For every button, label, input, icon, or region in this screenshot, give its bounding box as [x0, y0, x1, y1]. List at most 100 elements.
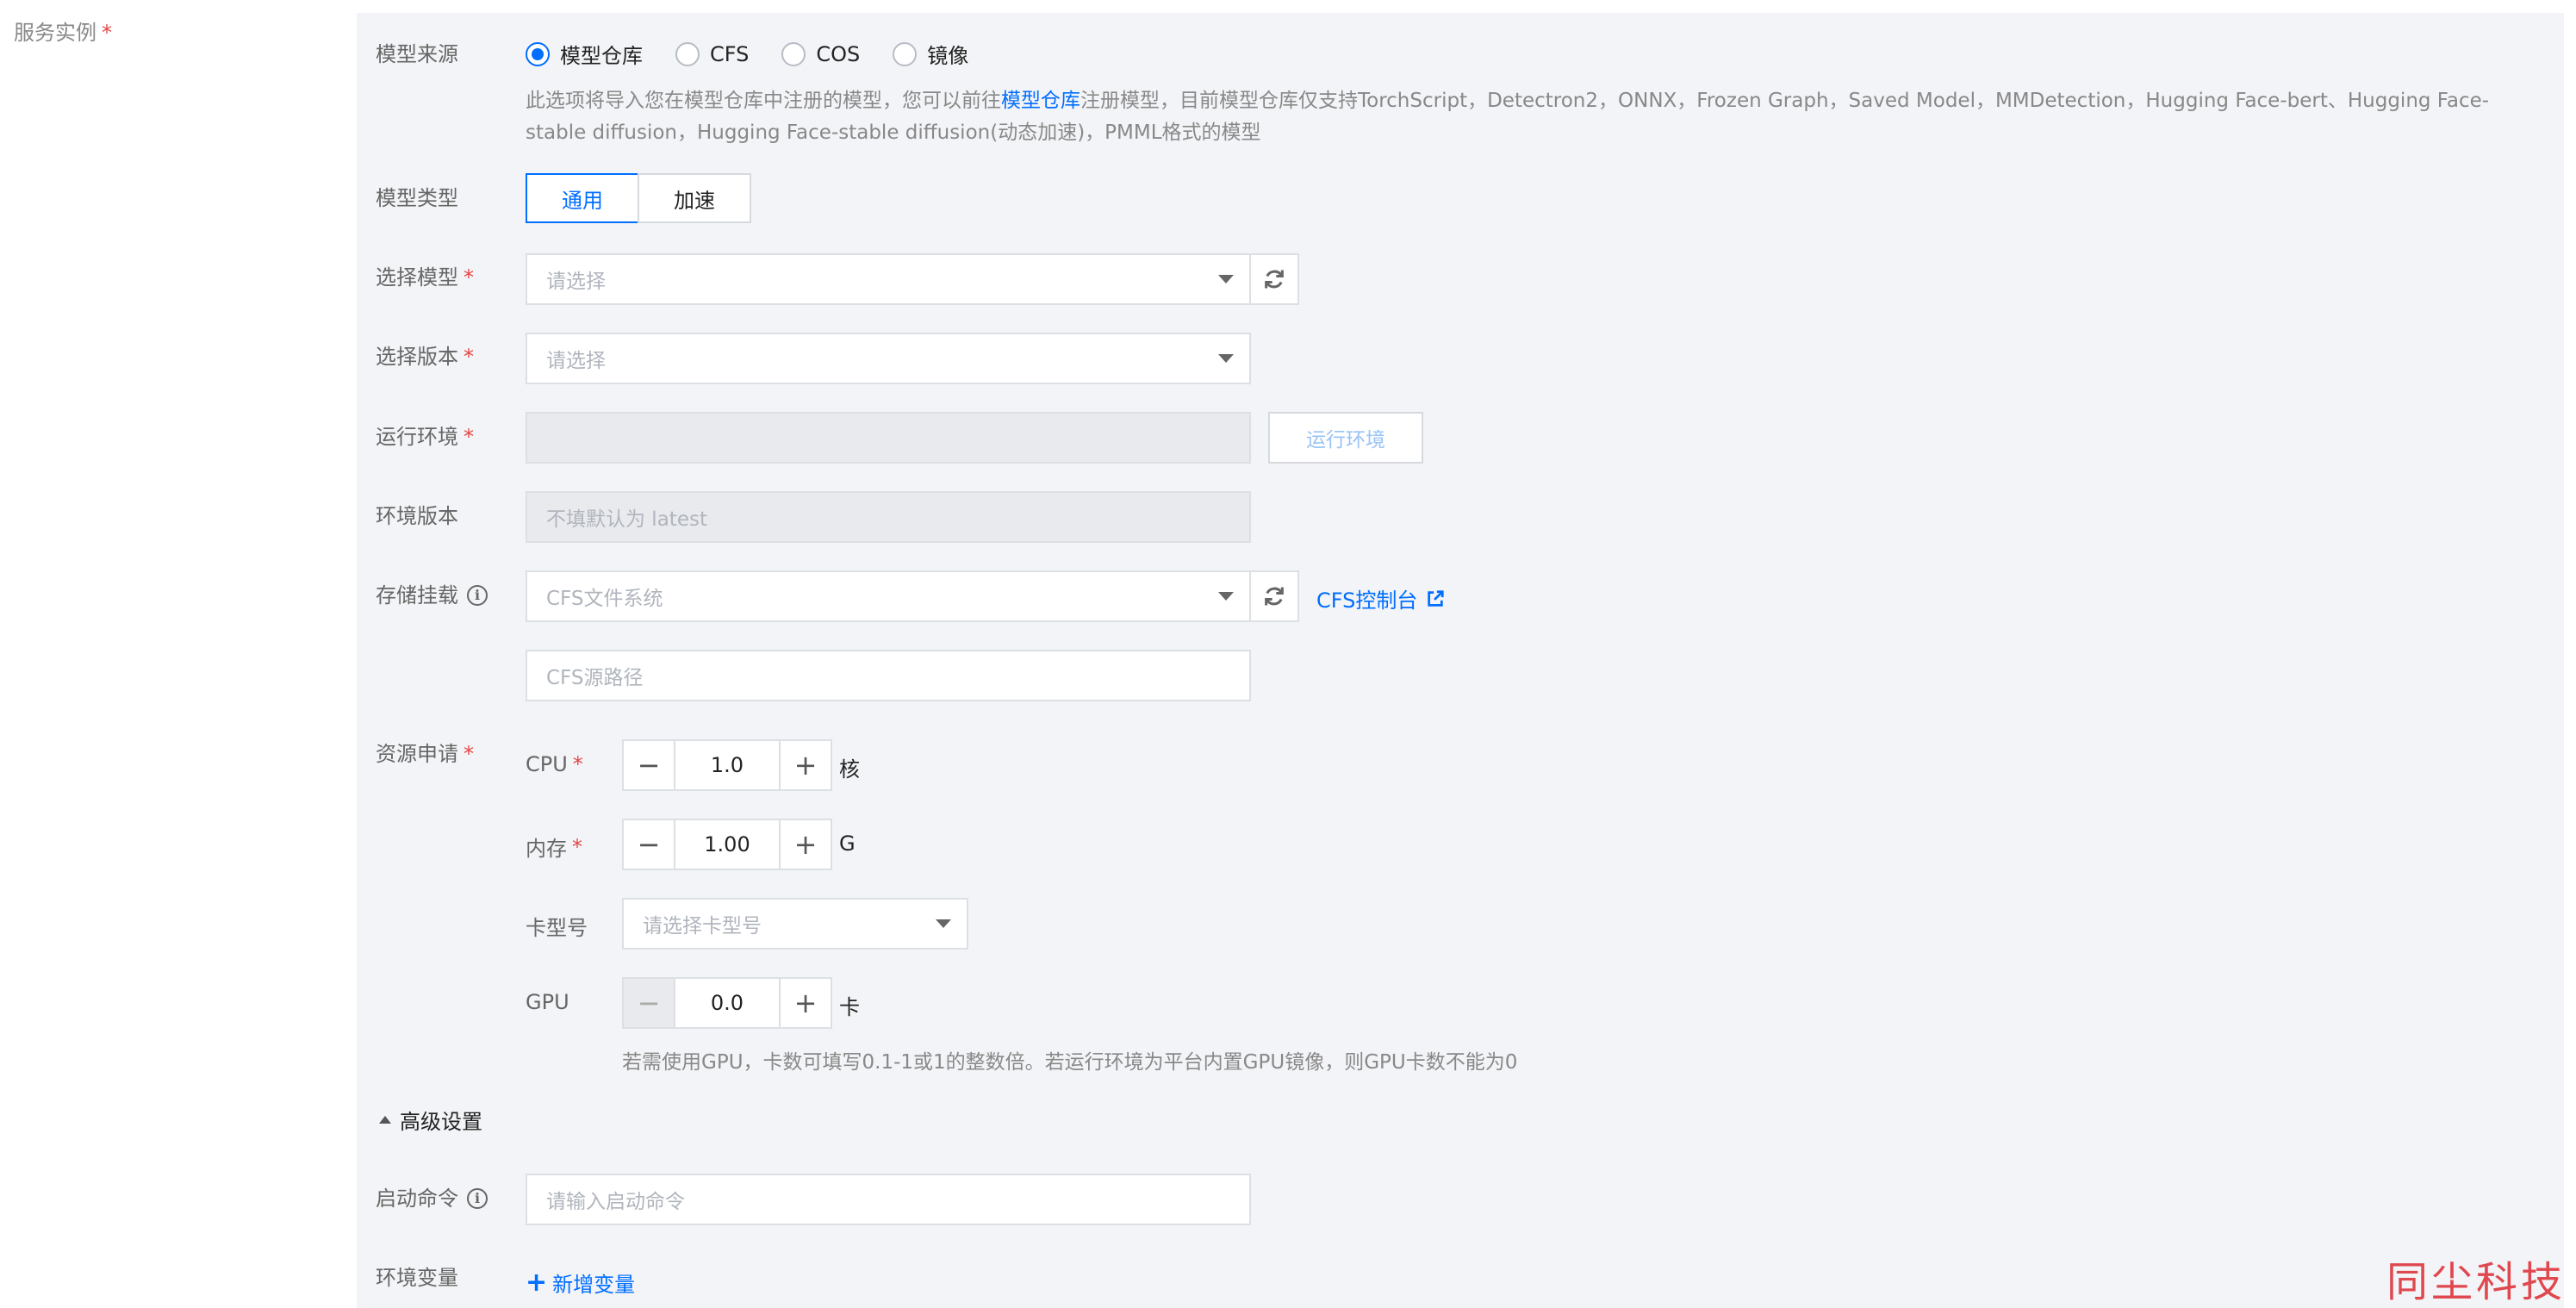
cpu-decrement-button[interactable]: − [622, 739, 675, 791]
cfs-console-link[interactable]: CFS控制台 [1316, 583, 1445, 614]
plus-icon: + [526, 1267, 548, 1298]
external-link-icon [1428, 589, 1444, 607]
card-type-placeholder: 请选择卡型号 [643, 915, 762, 937]
service-instance-panel: 模型来源 模型仓库 CFS COS 镜像 此选项将导入您在模型仓库中注册的模型，… [357, 13, 2564, 1308]
model-type-label-text: 模型类型 [376, 186, 458, 210]
runtime-env-label: 运行环境 * [376, 425, 474, 449]
memory-increment-button[interactable]: + [779, 819, 832, 870]
select-version-label: 选择版本 * [376, 345, 474, 369]
start-command-label: 启动命令 i [376, 1187, 488, 1211]
required-mark: * [464, 742, 474, 766]
cpu-stepper: − 1.0 + [622, 739, 832, 791]
radio-cfs-label: CFS [710, 41, 750, 66]
select-model-label: 选择模型 * [376, 265, 474, 290]
memory-label-text: 内存 [526, 837, 567, 861]
select-model-label-text: 选择模型 [376, 265, 458, 290]
gpu-label: GPU [526, 990, 569, 1014]
refresh-models-button[interactable] [1249, 253, 1299, 305]
gpu-label-text: GPU [526, 990, 569, 1014]
model-source-description: 此选项将导入您在模型仓库中注册的模型，您可以前往模型仓库注册模型，目前模型仓库仅… [526, 85, 2516, 149]
cfs-filesystem-dropdown[interactable]: CFS文件系统 [526, 570, 1251, 622]
gpu-stepper: − 0.0 + [622, 977, 832, 1029]
gpu-decrement-button[interactable]: − [622, 977, 675, 1029]
required-mark: * [572, 834, 582, 859]
required-mark: * [572, 752, 583, 776]
resources-label-text: 资源申请 [376, 742, 458, 766]
cpu-value-input[interactable]: 1.0 [675, 739, 779, 791]
desc-prefix: 此选项将导入您在模型仓库中注册的模型，您可以前往 [526, 90, 1001, 112]
resources-label: 资源申请 * [376, 742, 474, 766]
storage-label: 存储挂载 i [376, 583, 488, 607]
add-env-var-label: 新增变量 [552, 1273, 636, 1297]
card-type-dropdown[interactable]: 请选择卡型号 [622, 898, 968, 950]
chevron-down-icon [936, 919, 951, 928]
memory-unit: G [839, 832, 856, 856]
card-type-label-text: 卡型号 [526, 916, 588, 940]
radio-image[interactable]: 镜像 [893, 39, 968, 69]
env-version-input: 不填默认为 latest [526, 491, 1251, 543]
runtime-env-input [526, 412, 1251, 464]
refresh-icon [1265, 270, 1284, 289]
required-mark: * [102, 21, 112, 45]
cfs-path-input[interactable]: CFS源路径 [526, 650, 1251, 701]
required-mark: * [464, 345, 474, 369]
model-type-segmented: 通用 加速 [526, 173, 751, 223]
radio-cfs[interactable]: CFS [675, 41, 750, 66]
refresh-icon [1265, 587, 1284, 606]
cfs-filesystem-placeholder: CFS文件系统 [546, 588, 663, 610]
section-label: 服务实例 * [14, 16, 112, 46]
runtime-env-button[interactable]: 运行环境 [1268, 412, 1423, 464]
memory-label: 内存 * [526, 832, 582, 862]
info-icon[interactable]: i [467, 585, 488, 606]
env-vars-label: 环境变量 [376, 1266, 458, 1290]
model-type-label: 模型类型 [376, 186, 458, 210]
select-version-label-text: 选择版本 [376, 345, 458, 369]
radio-model-repo-label: 模型仓库 [560, 44, 643, 68]
card-type-label: 卡型号 [526, 911, 588, 941]
model-source-radio-group: 模型仓库 CFS COS 镜像 [526, 39, 1001, 69]
cpu-increment-button[interactable]: + [779, 739, 832, 791]
select-version-dropdown[interactable]: 请选择 [526, 333, 1251, 384]
radio-cos-label: COS [816, 41, 861, 66]
memory-value-input[interactable]: 1.00 [675, 819, 779, 870]
caret-up-icon [379, 1116, 391, 1124]
radio-model-repo[interactable]: 模型仓库 [526, 39, 643, 69]
model-repo-link[interactable]: 模型仓库 [1001, 90, 1080, 112]
chevron-down-icon [1218, 592, 1234, 601]
model-type-general-button[interactable]: 通用 [526, 173, 639, 223]
form-root: 服务实例 * 模型来源 模型仓库 CFS COS 镜像 此选项将导入您在模型仓库… [0, 0, 2576, 1308]
cpu-label: CPU * [526, 752, 583, 776]
select-model-placeholder: 请选择 [546, 271, 606, 293]
storage-label-text: 存储挂载 [376, 583, 458, 607]
required-mark: * [464, 265, 474, 290]
select-model-dropdown[interactable]: 请选择 [526, 253, 1251, 305]
info-icon[interactable]: i [467, 1188, 488, 1209]
gpu-hint: 若需使用GPU，卡数可填写0.1-1或1的整数倍。若运行环境为平台内置GPU镜像… [622, 1051, 1518, 1074]
radio-image-dot[interactable] [893, 41, 918, 66]
select-version-placeholder: 请选择 [546, 350, 606, 372]
required-mark: * [464, 425, 474, 449]
radio-cos-dot[interactable] [781, 41, 806, 66]
section-label-text: 服务实例 [14, 21, 96, 45]
chevron-down-icon [1218, 354, 1234, 363]
start-command-input[interactable]: 请输入启动命令 [526, 1174, 1251, 1225]
memory-decrement-button[interactable]: − [622, 819, 675, 870]
gpu-increment-button[interactable]: + [779, 977, 832, 1029]
refresh-cfs-button[interactable] [1249, 570, 1299, 622]
model-source-label-text: 模型来源 [376, 42, 458, 66]
model-type-accelerated-button[interactable]: 加速 [638, 173, 751, 223]
start-command-placeholder: 请输入启动命令 [546, 1191, 685, 1213]
radio-cfs-dot[interactable] [675, 41, 700, 66]
chevron-down-icon [1218, 275, 1234, 283]
radio-cos[interactable]: COS [781, 41, 861, 66]
cfs-console-link-text: CFS控制台 [1316, 589, 1418, 613]
add-env-var-button[interactable]: + 新增变量 [526, 1268, 635, 1298]
env-version-label-text: 环境版本 [376, 504, 458, 528]
env-version-placeholder: 不填默认为 latest [546, 508, 707, 531]
advanced-settings-label: 高级设置 [400, 1110, 482, 1134]
memory-stepper: − 1.00 + [622, 819, 832, 870]
radio-model-repo-dot[interactable] [526, 41, 550, 66]
gpu-value-input[interactable]: 0.0 [675, 977, 779, 1029]
advanced-settings-toggle[interactable]: 高级设置 [379, 1105, 482, 1135]
cfs-path-placeholder: CFS源路径 [546, 667, 644, 689]
